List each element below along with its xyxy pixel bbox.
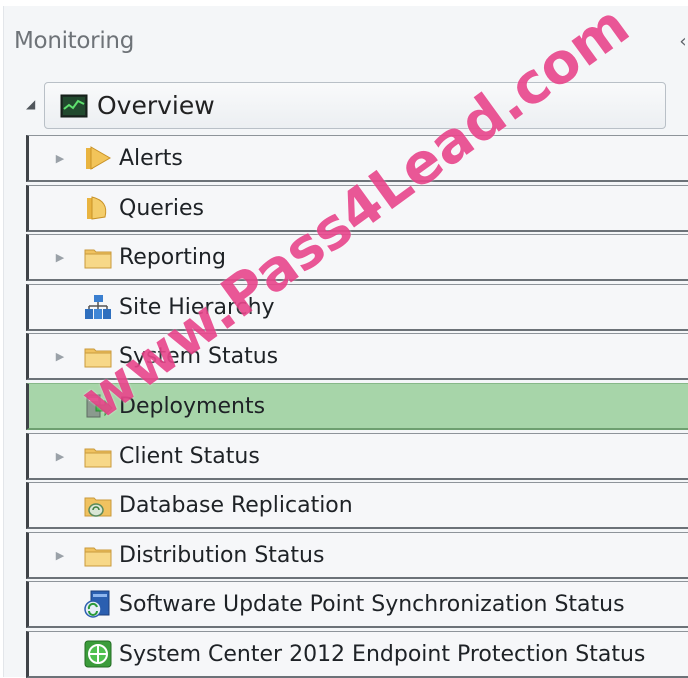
tree-item[interactable]: ▶ Alerts: [26, 135, 688, 182]
tree-item[interactable]: Site Hierarchy: [26, 284, 688, 331]
query-folder-icon: [83, 193, 113, 223]
tree-item[interactable]: ▶ Client Status: [26, 433, 688, 480]
tree-item[interactable]: ▶ Reporting: [26, 234, 688, 281]
monitoring-tree: ▶ Alerts Queries ▶ Reporting Site Hierarchy ▶ S…: [26, 135, 688, 678]
folder-icon: [83, 540, 113, 570]
tree-item[interactable]: System Center 2012 Endpoint Protection S…: [26, 631, 688, 678]
tree-item[interactable]: ▶ Distribution Status: [26, 532, 688, 579]
tree-item-label: System Center 2012 Endpoint Protection S…: [119, 641, 646, 667]
expand-arrow-icon[interactable]: ▶: [51, 152, 69, 165]
tree-item[interactable]: Queries: [26, 185, 688, 232]
tree-item-label: Distribution Status: [119, 542, 325, 568]
database-folder-icon: [83, 490, 113, 520]
expand-arrow-icon[interactable]: ◢: [26, 98, 38, 110]
tree-item-label: Queries: [119, 195, 204, 221]
tree-item[interactable]: ▶ System Status: [26, 333, 688, 380]
software-update-sync-icon: [83, 589, 113, 619]
panel-title: Monitoring: [14, 28, 134, 54]
tree-item-label: Alerts: [119, 145, 183, 171]
collapse-panel-button[interactable]: ‹: [676, 30, 688, 54]
deployment-icon: [83, 391, 113, 421]
alert-folder-icon: [83, 143, 113, 173]
overview-node[interactable]: Overview: [44, 82, 666, 129]
tree-item-label: Software Update Point Synchronization St…: [119, 591, 625, 617]
tree-item-label: Database Replication: [119, 492, 353, 518]
endpoint-protection-icon: [83, 639, 113, 669]
expand-arrow-icon[interactable]: ▶: [51, 350, 69, 363]
tree-item-label: System Status: [119, 343, 279, 369]
tree-item-label: Client Status: [119, 443, 260, 469]
folder-icon: [83, 341, 113, 371]
site-hierarchy-icon: [83, 292, 113, 322]
tree-item-label: Deployments: [119, 393, 266, 419]
folder-icon: [83, 441, 113, 471]
tree-item-label: Site Hierarchy: [119, 294, 275, 320]
expand-arrow-icon[interactable]: ▶: [51, 549, 69, 562]
folder-icon: [83, 242, 113, 272]
tree-item[interactable]: Deployments: [26, 383, 688, 430]
tree-item-label: Reporting: [119, 244, 226, 270]
monitor-icon: [59, 91, 89, 121]
tree-item[interactable]: Software Update Point Synchronization St…: [26, 581, 688, 628]
expand-arrow-icon[interactable]: ▶: [51, 450, 69, 463]
overview-label: Overview: [97, 91, 215, 120]
expand-arrow-icon[interactable]: ▶: [51, 251, 69, 264]
tree-item[interactable]: Database Replication: [26, 482, 688, 529]
